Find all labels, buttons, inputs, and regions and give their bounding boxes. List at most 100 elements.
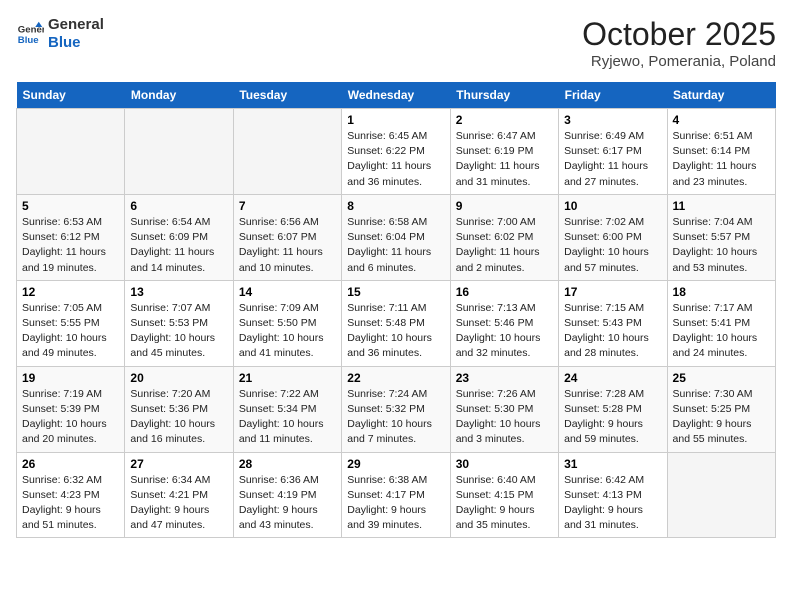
calendar-cell: 4Sunrise: 6:51 AM Sunset: 6:14 PM Daylig…: [667, 109, 775, 195]
logo-text-line1: General: [48, 16, 104, 34]
calendar-header-row: SundayMondayTuesdayWednesdayThursdayFrid…: [17, 82, 776, 109]
day-number: 9: [456, 199, 553, 213]
calendar-week-row: 12Sunrise: 7:05 AM Sunset: 5:55 PM Dayli…: [17, 280, 776, 366]
day-number: 21: [239, 371, 336, 385]
month-title: October 2025: [582, 16, 776, 53]
day-number: 16: [456, 285, 553, 299]
logo: General Blue General Blue: [16, 16, 104, 52]
calendar-cell: 18 Sunrise: 7:17 AM Sunset: 5:41 PM Dayli…: [667, 280, 775, 366]
day-info: Sunrise: 6:36 AM Sunset: 4:19 PM Dayligh…: [239, 473, 336, 534]
title-block: October 2025 Ryjewo, Pomerania, Poland: [582, 16, 776, 70]
column-header-monday: Monday: [125, 82, 233, 109]
day-info: Sunrise: 7:07 AM Sunset: 5:53 PM Dayligh…: [130, 301, 227, 362]
column-header-tuesday: Tuesday: [233, 82, 341, 109]
day-info: Sunrise: 7:17 AM Sunset: 5:41 PM Dayligh…: [673, 301, 770, 362]
day-number: 29: [347, 457, 444, 471]
day-info: Sunrise: 7:05 AM Sunset: 5:55 PM Dayligh…: [22, 301, 119, 362]
day-info: Sunrise: 7:02 AM Sunset: 6:00 PM Dayligh…: [564, 215, 661, 276]
calendar-cell: 26Sunrise: 6:32 AM Sunset: 4:23 PM Dayli…: [17, 452, 125, 538]
day-info: Sunrise: 7:13 AM Sunset: 5:46 PM Dayligh…: [456, 301, 553, 362]
calendar-cell: 5Sunrise: 6:53 AM Sunset: 6:12 PM Daylig…: [17, 194, 125, 280]
day-info: Sunrise: 6:54 AM Sunset: 6:09 PM Dayligh…: [130, 215, 227, 276]
calendar-week-row: 26Sunrise: 6:32 AM Sunset: 4:23 PM Dayli…: [17, 452, 776, 538]
calendar-cell: 3Sunrise: 6:49 AM Sunset: 6:17 PM Daylig…: [559, 109, 667, 195]
calendar-cell: 19Sunrise: 7:19 AM Sunset: 5:39 PM Dayli…: [17, 366, 125, 452]
day-info: Sunrise: 7:22 AM Sunset: 5:34 PM Dayligh…: [239, 387, 336, 448]
calendar-cell: [233, 109, 341, 195]
day-number: 1: [347, 113, 444, 127]
day-number: 27: [130, 457, 227, 471]
calendar-cell: 13 Sunrise: 7:07 AM Sunset: 5:53 PM Dayli…: [125, 280, 233, 366]
day-info: Sunrise: 6:40 AM Sunset: 4:15 PM Dayligh…: [456, 473, 553, 534]
day-info: Sunrise: 6:47 AM Sunset: 6:19 PM Dayligh…: [456, 129, 553, 190]
day-number: 7: [239, 199, 336, 213]
day-number: 19: [22, 371, 119, 385]
logo-icon: General Blue: [16, 20, 44, 48]
day-info: Sunrise: 7:20 AM Sunset: 5:36 PM Dayligh…: [130, 387, 227, 448]
day-info: Sunrise: 7:04 AM Sunset: 5:57 PM Dayligh…: [673, 215, 770, 276]
day-info: Sunrise: 6:42 AM Sunset: 4:13 PM Dayligh…: [564, 473, 661, 534]
calendar-cell: 6 Sunrise: 6:54 AM Sunset: 6:09 PM Daylig…: [125, 194, 233, 280]
calendar-cell: [17, 109, 125, 195]
calendar-week-row: 5Sunrise: 6:53 AM Sunset: 6:12 PM Daylig…: [17, 194, 776, 280]
day-info: Sunrise: 7:11 AM Sunset: 5:48 PM Dayligh…: [347, 301, 444, 362]
calendar-cell: 25 Sunrise: 7:30 AM Sunset: 5:25 PM Dayli…: [667, 366, 775, 452]
day-info: Sunrise: 6:56 AM Sunset: 6:07 PM Dayligh…: [239, 215, 336, 276]
day-info: Sunrise: 6:34 AM Sunset: 4:21 PM Dayligh…: [130, 473, 227, 534]
day-number: 13: [130, 285, 227, 299]
column-header-wednesday: Wednesday: [342, 82, 450, 109]
day-number: 17: [564, 285, 661, 299]
day-number: 2: [456, 113, 553, 127]
calendar-cell: 2 Sunrise: 6:47 AM Sunset: 6:19 PM Daylig…: [450, 109, 558, 195]
day-number: 20: [130, 371, 227, 385]
day-info: Sunrise: 6:58 AM Sunset: 6:04 PM Dayligh…: [347, 215, 444, 276]
calendar-cell: 7 Sunrise: 6:56 AM Sunset: 6:07 PM Daylig…: [233, 194, 341, 280]
day-info: Sunrise: 7:30 AM Sunset: 5:25 PM Dayligh…: [673, 387, 770, 448]
day-number: 18: [673, 285, 770, 299]
day-number: 30: [456, 457, 553, 471]
calendar-cell: 29 Sunrise: 6:38 AM Sunset: 4:17 PM Dayli…: [342, 452, 450, 538]
day-number: 10: [564, 199, 661, 213]
day-number: 25: [673, 371, 770, 385]
column-header-saturday: Saturday: [667, 82, 775, 109]
day-number: 22: [347, 371, 444, 385]
svg-text:Blue: Blue: [18, 35, 39, 46]
day-info: Sunrise: 7:15 AM Sunset: 5:43 PM Dayligh…: [564, 301, 661, 362]
calendar-cell: 15 Sunrise: 7:11 AM Sunset: 5:48 PM Dayli…: [342, 280, 450, 366]
day-number: 28: [239, 457, 336, 471]
page-header: General Blue General Blue October 2025 R…: [16, 16, 776, 70]
calendar-cell: 17 Sunrise: 7:15 AM Sunset: 5:43 PM Dayli…: [559, 280, 667, 366]
day-info: Sunrise: 7:00 AM Sunset: 6:02 PM Dayligh…: [456, 215, 553, 276]
calendar-cell: 11Sunrise: 7:04 AM Sunset: 5:57 PM Dayli…: [667, 194, 775, 280]
calendar-cell: 22Sunrise: 7:24 AM Sunset: 5:32 PM Dayli…: [342, 366, 450, 452]
calendar-cell: 12Sunrise: 7:05 AM Sunset: 5:55 PM Dayli…: [17, 280, 125, 366]
day-info: Sunrise: 7:26 AM Sunset: 5:30 PM Dayligh…: [456, 387, 553, 448]
calendar-body: 1 Sunrise: 6:45 AM Sunset: 6:22 PM Daylig…: [17, 109, 776, 538]
calendar-cell: 21 Sunrise: 7:22 AM Sunset: 5:34 PM Dayli…: [233, 366, 341, 452]
day-number: 24: [564, 371, 661, 385]
column-header-sunday: Sunday: [17, 82, 125, 109]
day-number: 5: [22, 199, 119, 213]
day-info: Sunrise: 6:38 AM Sunset: 4:17 PM Dayligh…: [347, 473, 444, 534]
column-header-friday: Friday: [559, 82, 667, 109]
calendar-table: SundayMondayTuesdayWednesdayThursdayFrid…: [16, 82, 776, 538]
day-number: 31: [564, 457, 661, 471]
calendar-week-row: 1 Sunrise: 6:45 AM Sunset: 6:22 PM Daylig…: [17, 109, 776, 195]
day-number: 6: [130, 199, 227, 213]
calendar-week-row: 19Sunrise: 7:19 AM Sunset: 5:39 PM Dayli…: [17, 366, 776, 452]
calendar-cell: 10 Sunrise: 7:02 AM Sunset: 6:00 PM Dayli…: [559, 194, 667, 280]
day-info: Sunrise: 7:09 AM Sunset: 5:50 PM Dayligh…: [239, 301, 336, 362]
calendar-cell: 20 Sunrise: 7:20 AM Sunset: 5:36 PM Dayli…: [125, 366, 233, 452]
calendar-cell: 28 Sunrise: 6:36 AM Sunset: 4:19 PM Dayli…: [233, 452, 341, 538]
day-info: Sunrise: 6:51 AM Sunset: 6:14 PM Dayligh…: [673, 129, 770, 190]
day-number: 8: [347, 199, 444, 213]
column-header-thursday: Thursday: [450, 82, 558, 109]
calendar-cell: 8 Sunrise: 6:58 AM Sunset: 6:04 PM Daylig…: [342, 194, 450, 280]
calendar-cell: 31 Sunrise: 6:42 AM Sunset: 4:13 PM Dayli…: [559, 452, 667, 538]
logo-text-line2: Blue: [48, 34, 104, 52]
calendar-cell: 14Sunrise: 7:09 AM Sunset: 5:50 PM Dayli…: [233, 280, 341, 366]
day-info: Sunrise: 6:45 AM Sunset: 6:22 PM Dayligh…: [347, 129, 444, 190]
calendar-cell: 24 Sunrise: 7:28 AM Sunset: 5:28 PM Dayli…: [559, 366, 667, 452]
day-number: 15: [347, 285, 444, 299]
day-info: Sunrise: 7:28 AM Sunset: 5:28 PM Dayligh…: [564, 387, 661, 448]
